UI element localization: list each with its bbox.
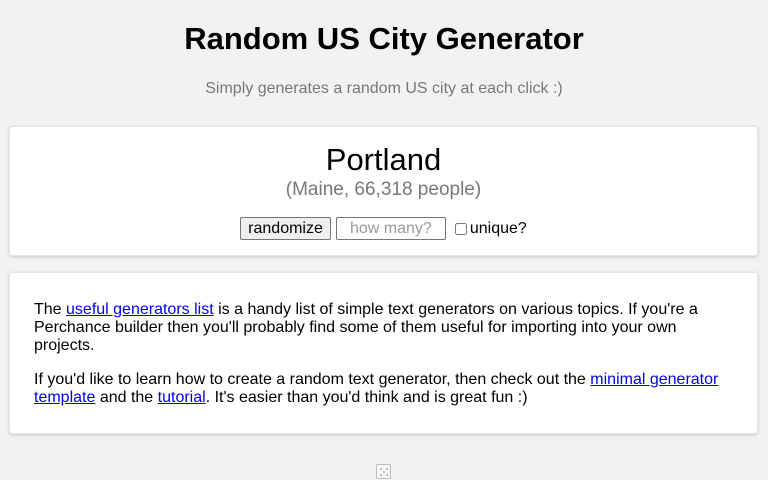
unique-checkbox[interactable] — [454, 222, 467, 235]
tutorial-link[interactable]: tutorial — [158, 389, 206, 406]
city-name: Portland — [325, 142, 442, 177]
unique-label: unique? — [469, 219, 527, 237]
useful-generators-link[interactable]: useful generators list — [66, 301, 214, 318]
info-text-span: . It's easier than you'd think and is gr… — [205, 389, 528, 406]
info-text-span: If you'd like to learn how to create a r… — [34, 371, 591, 388]
city-detail: (Maine, 66,318 people) — [285, 179, 482, 200]
generator-controls: randomize unique? — [10, 217, 757, 240]
randomize-button[interactable]: randomize — [240, 217, 331, 240]
output-card: Portland (Maine, 66,318 people) randomiz… — [9, 126, 758, 256]
info-text-span: and the — [95, 389, 158, 406]
unique-option[interactable]: unique? — [454, 219, 527, 238]
info-text-span: The — [34, 301, 67, 318]
dice-icon[interactable] — [376, 464, 391, 479]
info-text: The useful generators list is a handy li… — [34, 301, 734, 423]
info-paragraph-2: If you'd like to learn how to create a r… — [34, 371, 734, 407]
info-paragraph-1: The useful generators list is a handy li… — [34, 301, 734, 355]
info-card: The useful generators list is a handy li… — [9, 272, 758, 434]
page-title: Random US City Generator — [184, 21, 584, 56]
how-many-input[interactable] — [335, 217, 446, 240]
page-subtitle: Simply generates a random US city at eac… — [205, 80, 563, 97]
